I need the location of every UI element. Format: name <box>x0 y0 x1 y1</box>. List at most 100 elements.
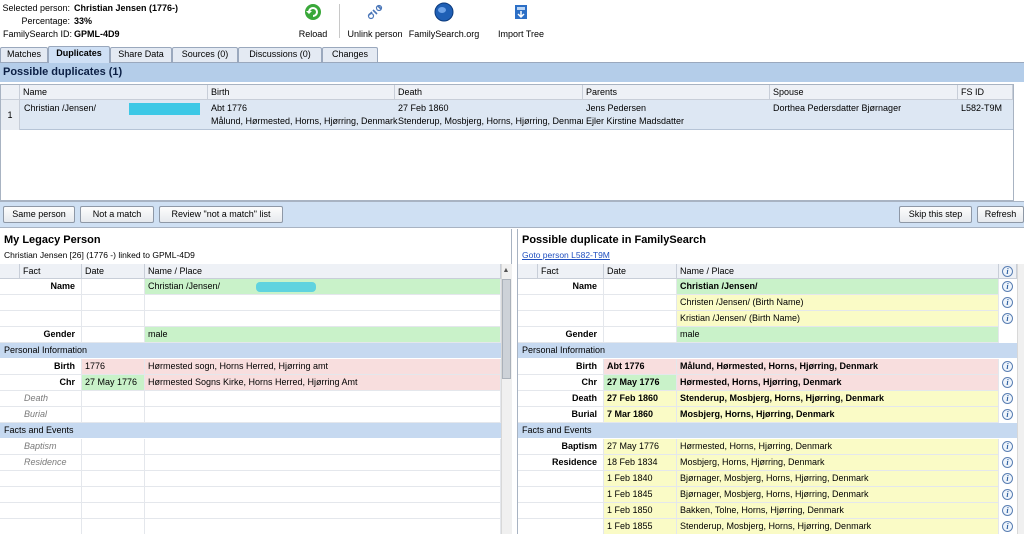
left-empty-row <box>0 471 82 487</box>
tab-matches[interactable]: Matches <box>0 47 48 62</box>
unlink-icon <box>367 4 383 20</box>
right-fact-baptism: Baptism <box>518 439 604 455</box>
left-empty-row <box>145 487 501 503</box>
reload-button[interactable]: Reload <box>292 2 334 40</box>
left-empty-row <box>145 471 501 487</box>
dup-death-place: Stenderup, Mosbjerg, Horns, Hjørring, De… <box>398 116 583 126</box>
info-icon[interactable]: i <box>1002 441 1013 452</box>
right-residence-place: Bjørnager, Mosbjerg, Horns, Hjørring, De… <box>677 487 999 503</box>
tab-duplicates[interactable]: Duplicates <box>48 46 110 63</box>
right-residence-fact-cont <box>518 471 604 487</box>
right-residence-place: Stenderup, Mosbjerg, Horns, Hjørring, De… <box>677 519 999 534</box>
left-fact-chr: Chr <box>0 375 82 391</box>
redaction-mark <box>256 282 316 292</box>
right-fact-birth: Birth <box>518 359 604 375</box>
info-icon[interactable]: i <box>1002 457 1013 468</box>
right-residence-place: Mosbjerg, Horns, Hjørring, Denmark <box>677 455 999 471</box>
left-scroll-up-icon[interactable]: ▲ <box>501 266 511 276</box>
left-empty-row <box>145 519 501 534</box>
refresh-button[interactable]: Refresh <box>977 206 1024 223</box>
right-residence-fact-cont <box>518 503 604 519</box>
info-icon[interactable]: i <box>1002 313 1013 324</box>
right-alt-name-date <box>604 295 677 311</box>
right-baptism-place: Hørmested, Horns, Hjørring, Denmark <box>677 439 999 455</box>
col-header-name[interactable]: Name <box>20 85 208 100</box>
info-icon[interactable]: i <box>1002 361 1013 372</box>
right-residence-date: 1 Feb 1845 <box>604 487 677 503</box>
col-header-birth[interactable]: Birth <box>208 85 395 100</box>
info-icon[interactable]: i <box>1002 473 1013 484</box>
left-empty-row <box>0 519 82 534</box>
tab-changes[interactable]: Changes <box>322 47 378 62</box>
info-icon[interactable]: i <box>1002 505 1013 516</box>
dup-spouse: Dorthea Pedersdatter Bjørnager <box>773 103 902 113</box>
left-empty-row <box>82 487 145 503</box>
tab-discussions[interactable]: Discussions (0) <box>238 47 322 62</box>
left-birth-place: Hørmested sogn, Horns Herred, Hjørring a… <box>145 359 501 375</box>
info-icon[interactable]: i <box>1002 393 1013 404</box>
left-name-value: Christian /Jensen/ <box>145 279 501 295</box>
info-icon[interactable]: i <box>1002 409 1013 420</box>
left-empty-row <box>145 503 501 519</box>
goto-person-link[interactable]: Goto person L582-T9M <box>522 250 610 260</box>
left-fact-residence: Residence <box>0 455 82 471</box>
left-col-name-place: Name / Place <box>145 264 501 279</box>
right-name-date <box>604 279 677 295</box>
right-alt-name-date <box>604 311 677 327</box>
right-residence-fact-cont <box>518 487 604 503</box>
info-icon[interactable]: i <box>1002 281 1013 292</box>
right-residence-place: Bjørnager, Mosbjerg, Horns, Hjørring, De… <box>677 471 999 487</box>
familysearch-button[interactable]: FamilySearch.org <box>408 2 480 40</box>
info-icon[interactable]: i <box>1002 489 1013 500</box>
left-empty-row <box>145 295 501 311</box>
tab-share-data[interactable]: Share Data <box>110 47 172 62</box>
unlink-person-button[interactable]: Unlink person <box>344 2 406 40</box>
info-icon[interactable]: i <box>1002 521 1013 532</box>
reload-label: Reload <box>298 29 328 39</box>
left-empty-row <box>82 295 145 311</box>
same-person-button[interactable]: Same person <box>3 206 75 223</box>
legacy-person-subtitle: Christian Jensen [26] (1776 -) linked to… <box>4 250 195 260</box>
redaction-mark <box>129 103 200 115</box>
info-icon[interactable]: i <box>1002 266 1013 277</box>
import-tree-button[interactable]: Import Tree <box>494 2 548 40</box>
left-gender-date <box>82 327 145 343</box>
legacy-familysearch-window: Selected person: Christian Jensen (1776-… <box>0 0 1024 534</box>
fsid-value: GPML-4D9 <box>74 29 120 39</box>
row-number: 1 <box>1 100 20 130</box>
left-baptism-date <box>82 439 145 455</box>
info-icon[interactable]: i <box>1002 377 1013 388</box>
right-scrollbar[interactable] <box>1017 264 1024 534</box>
row-number-header <box>1 85 20 100</box>
left-fact-baptism: Baptism <box>0 439 82 455</box>
left-scroll-thumb[interactable] <box>502 279 511 379</box>
col-header-fsid[interactable]: FS ID <box>958 85 1013 100</box>
right-fact-residence: Residence <box>518 455 604 471</box>
familysearch-label: FamilySearch.org <box>408 29 480 39</box>
left-empty-row <box>145 311 501 327</box>
right-fact-chr: Chr <box>518 375 604 391</box>
dup-name: Christian /Jensen/ <box>24 103 97 113</box>
review-not-a-match-button[interactable]: Review "not a match" list <box>159 206 283 223</box>
not-a-match-button[interactable]: Not a match <box>80 206 154 223</box>
col-header-parents[interactable]: Parents <box>583 85 770 100</box>
dup-birth-date: Abt 1776 <box>211 103 248 113</box>
selected-person-label: Selected person: <box>2 3 70 13</box>
left-empty-row <box>0 487 82 503</box>
left-fact-name: Name <box>0 279 82 295</box>
tab-sources[interactable]: Sources (0) <box>172 47 238 62</box>
right-burial-place: Mosbjerg, Horns, Hjørring, Denmark <box>677 407 999 423</box>
globe-icon <box>434 2 454 22</box>
skip-this-step-button[interactable]: Skip this step <box>899 206 972 223</box>
left-death-place <box>145 391 501 407</box>
left-chr-date: 27 May 1776 <box>82 375 145 391</box>
col-header-spouse[interactable]: Spouse <box>770 85 958 100</box>
right-alt-name-fact <box>518 295 604 311</box>
info-icon[interactable]: i <box>1002 297 1013 308</box>
col-header-death[interactable]: Death <box>395 85 583 100</box>
left-empty-row <box>82 471 145 487</box>
left-empty-row <box>0 295 82 311</box>
duplicates-title: Possible duplicates (1) <box>0 63 1024 82</box>
selected-person-value: Christian Jensen (1776-) <box>74 3 179 13</box>
right-fact-burial: Burial <box>518 407 604 423</box>
